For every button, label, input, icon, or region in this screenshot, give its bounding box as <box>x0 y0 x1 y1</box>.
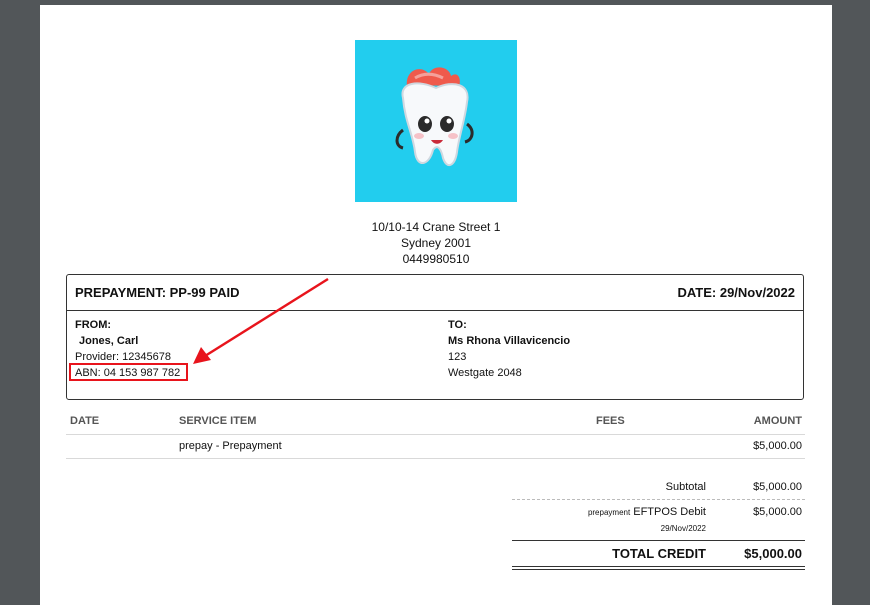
arrow-head-icon <box>193 347 211 364</box>
annotation-arrow <box>193 277 329 364</box>
